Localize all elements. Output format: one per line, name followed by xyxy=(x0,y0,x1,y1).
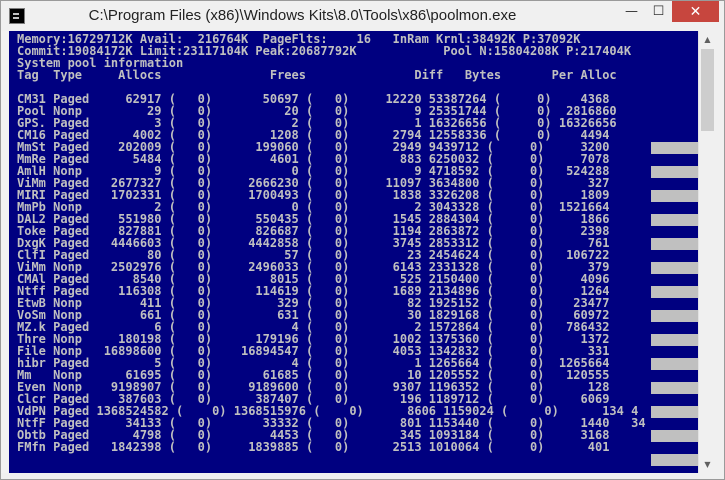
selection-highlight xyxy=(651,166,698,178)
console-window: C:\Program Files (x86)\Windows Kits\8.0\… xyxy=(0,0,725,480)
column-header-line: Tag Type Allocs Frees Diff Bytes Per All… xyxy=(17,68,617,82)
selection-highlight xyxy=(651,310,698,322)
scrollbar-thumb[interactable] xyxy=(701,49,714,131)
selection-highlight xyxy=(651,382,698,394)
selection-highlight xyxy=(651,334,698,346)
console-text: Memory:16729712K Avail: 216764K PageFlts… xyxy=(9,31,698,453)
selection-highlight xyxy=(651,286,698,298)
selection-highlight xyxy=(651,142,698,154)
vertical-scrollbar[interactable]: ▲ ▼ xyxy=(698,31,716,473)
pool-row: FMfn Paged 1842398 ( 0) 1839885 ( 0) 251… xyxy=(17,440,610,454)
console-output[interactable]: Memory:16729712K Avail: 216764K PageFlts… xyxy=(9,31,698,473)
selection-highlight xyxy=(651,262,698,274)
maximize-button[interactable]: ☐ xyxy=(645,1,672,22)
selection-highlight xyxy=(651,190,698,202)
window-title: C:\Program Files (x86)\Windows Kits\8.0\… xyxy=(88,7,517,24)
selection-highlight xyxy=(651,358,698,370)
title-bar[interactable]: C:\Program Files (x86)\Windows Kits\8.0\… xyxy=(1,1,724,31)
selection-highlight xyxy=(651,406,698,418)
selection-highlight xyxy=(651,214,698,226)
selection-highlight xyxy=(651,430,698,442)
window-right-border xyxy=(716,31,724,473)
close-button[interactable]: ✕ xyxy=(672,1,719,22)
selection-highlight xyxy=(651,454,698,466)
scroll-down-arrow-icon[interactable]: ▼ xyxy=(699,456,716,473)
minimize-button[interactable]: — xyxy=(618,1,645,22)
selection-highlight xyxy=(651,238,698,250)
scroll-up-arrow-icon[interactable]: ▲ xyxy=(699,31,716,48)
window-bottom-border xyxy=(1,473,724,479)
